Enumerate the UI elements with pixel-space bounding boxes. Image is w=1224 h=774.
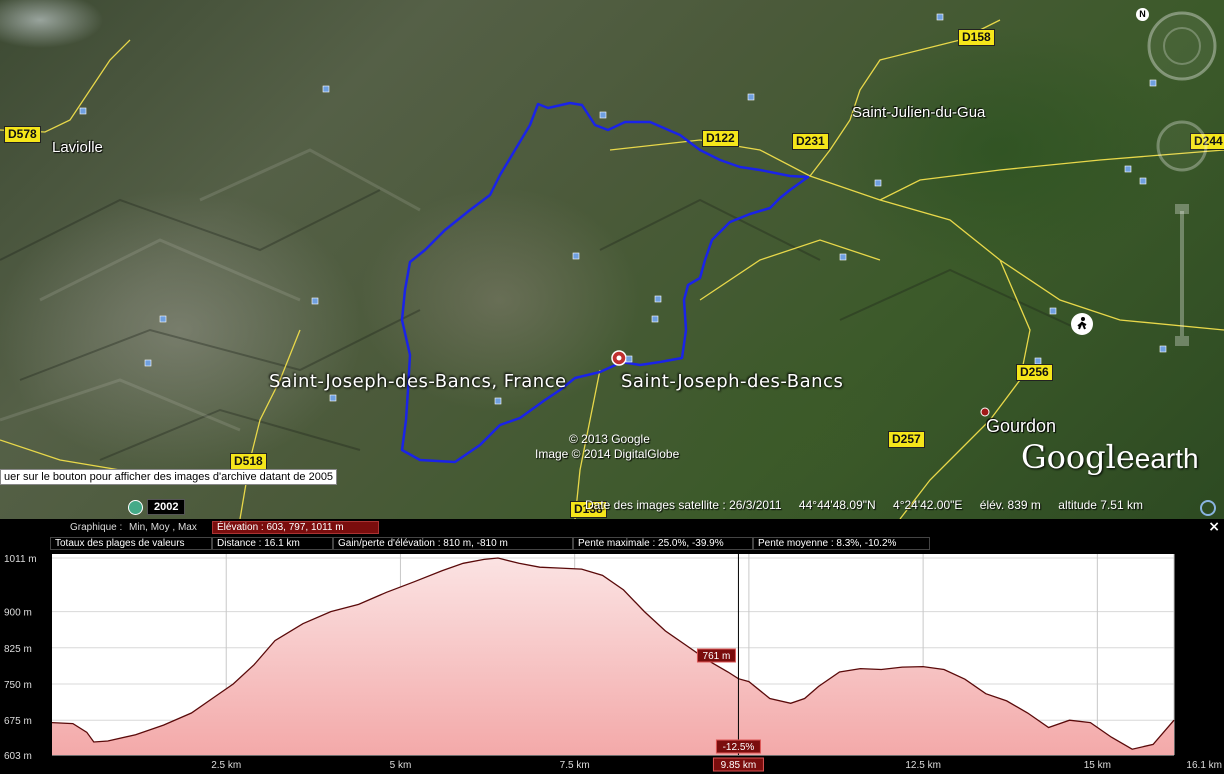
x-tick-label: 16.1 km xyxy=(1186,760,1222,771)
x-tick-label: 15 km xyxy=(1084,760,1111,771)
graph-label: Graphique : xyxy=(70,522,123,533)
copyright-google: © 2013 Google xyxy=(569,432,650,446)
cursor-elevation: 761 m xyxy=(703,651,731,662)
copyright-imagery: Image © 2014 DigitalGlobe xyxy=(535,447,680,461)
year-button[interactable]: 2002 xyxy=(147,499,186,515)
poi-markers xyxy=(79,13,1167,405)
y-tick-label: 825 m xyxy=(4,644,32,655)
cursor-slope: -12.5% xyxy=(723,742,755,753)
nav-svg xyxy=(1147,11,1217,346)
hiker-icon xyxy=(1071,313,1093,335)
road-label-d122: D122 xyxy=(702,130,739,147)
elevation-chart[interactable]: 603 m 675 m 750 m 825 m 900 m 1011 m 2.5 km 5 k… xyxy=(0,548,1224,774)
streaming-indicator-icon xyxy=(1200,500,1216,516)
x-tick-label: 7.5 km xyxy=(560,760,590,771)
historical-imagery[interactable]: 2002 xyxy=(128,499,186,515)
place-laviolle[interactable]: Laviolle xyxy=(52,139,103,156)
gps-track xyxy=(400,101,810,464)
road-label-d518: D518 xyxy=(230,453,267,470)
altitude-readout: altitude 7.51 km xyxy=(1058,498,1143,512)
logo-earth-text: earth xyxy=(1134,443,1199,474)
y-tick-label: 900 m xyxy=(4,608,32,619)
elevation-readout: élév. 839 m xyxy=(979,498,1041,512)
road-label-d578: D578 xyxy=(4,126,41,143)
close-profile-button[interactable]: × xyxy=(1208,519,1220,535)
place-saint-julien-du-gua[interactable]: Saint-Julien-du-Gua xyxy=(852,104,985,121)
look-ring-icon xyxy=(1147,11,1217,81)
y-tick-label: 1011 m xyxy=(4,554,37,565)
road-label-d158: D158 xyxy=(958,29,995,46)
map-view[interactable]: D578 D158 D122 D231 D244 D256 D257 D518 … xyxy=(0,0,1224,519)
latitude: 44°44'48.09"N xyxy=(798,498,876,512)
google-earth-logo: Googleearth xyxy=(1021,438,1199,476)
move-ring-icon xyxy=(1156,120,1208,172)
archive-tooltip: uer sur le bouton pour afficher des imag… xyxy=(0,469,338,485)
x-tick-label: 5 km xyxy=(390,760,412,771)
y-tick-label: 675 m xyxy=(4,716,32,727)
place-gourdon[interactable]: Gourdon xyxy=(986,416,1056,437)
imagery-date: Date des images satellite : 26/3/2011 xyxy=(585,498,782,512)
cursor-distance: 9.85 km xyxy=(721,760,757,771)
graph-stats: Min, Moy , Max xyxy=(129,522,197,533)
road-label-d231: D231 xyxy=(792,133,829,150)
y-tick-label: 603 m xyxy=(4,751,32,762)
graph-label-row: Graphique : Min, Moy , Max xyxy=(70,522,197,533)
compass-north-icon[interactable]: N xyxy=(1136,8,1149,21)
x-tick-label: 2.5 km xyxy=(211,760,241,771)
elevation-stat[interactable]: Élévation : 603, 797, 1011 m xyxy=(212,521,379,534)
y-tick-label: 750 m xyxy=(4,680,32,691)
clock-icon[interactable] xyxy=(128,499,143,515)
gourdon-pin xyxy=(980,407,990,417)
status-bar: Date des images satellite : 26/3/2011 44… xyxy=(585,498,1157,512)
search-result-label[interactable]: Saint-Joseph-des-Bancs, France xyxy=(269,371,567,392)
navigation-controls[interactable]: N xyxy=(1136,6,1220,366)
road-label-d257: D257 xyxy=(888,431,925,448)
road-label-d256: D256 xyxy=(1016,364,1053,381)
longitude: 4°24'42.00"E xyxy=(893,498,963,512)
logo-google-text: Google xyxy=(1021,438,1135,476)
x-tick-label: 12.5 km xyxy=(905,760,941,771)
placemark-label[interactable]: Saint-Joseph-des-Bancs xyxy=(621,371,843,392)
placemark-pin xyxy=(611,350,627,366)
